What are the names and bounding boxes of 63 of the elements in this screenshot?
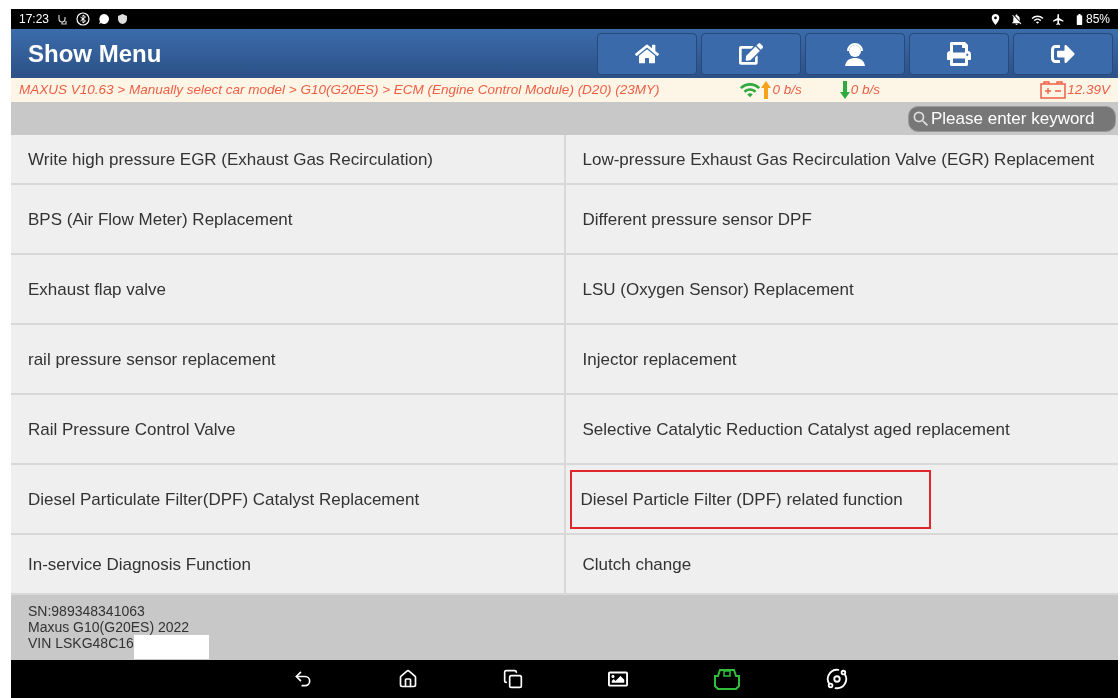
menu-label: LSU (Oxygen Sensor) Replacement (581, 278, 854, 300)
edit-icon (739, 41, 763, 66)
stethoscope-icon (57, 13, 69, 25)
menu-label: Clutch change (581, 553, 692, 575)
menu-label: BPS (Air Flow Meter) Replacement (27, 208, 293, 230)
menu-item[interactable]: Diesel Particle Filter (DPF) related function (565, 465, 1118, 533)
up-arrow-icon (761, 81, 772, 99)
home-icon[interactable] (398, 669, 418, 689)
battery-voltage: 12.39V (1067, 80, 1110, 99)
menu-item[interactable]: Clutch change (565, 535, 1118, 593)
search-field[interactable]: Please enter keyword (908, 105, 1116, 132)
print-button[interactable] (909, 32, 1009, 75)
menu-label: Diesel Particulate Filter(DPF) Catalyst Replacement (27, 488, 420, 510)
device-info-line: SN:989348341063 (28, 602, 145, 619)
bell-off-icon (1009, 12, 1023, 26)
menu-item[interactable]: Diesel Particulate Filter(DPF) Catalyst Replacement (11, 465, 564, 533)
menu-item[interactable]: Rail Pressure Control Valve (11, 395, 564, 463)
wifi-icon (1030, 12, 1044, 26)
upload-rate: 0 b/s (772, 80, 802, 99)
printer-icon (947, 41, 971, 66)
menu-label: Different pressure sensor DPF (581, 208, 812, 230)
menu-item[interactable]: Write high pressure EGR (Exhaust Gas Recirculation) (11, 135, 564, 183)
device-info-line: VIN LSKG48C16 (28, 634, 134, 653)
menu-label: Rail Pressure Control Valve (27, 418, 236, 440)
bluetooth-icon (76, 12, 91, 26)
planet-icon[interactable] (826, 668, 848, 690)
menu-label: Exhaust flap valve (27, 278, 166, 300)
edit-button[interactable] (701, 32, 801, 75)
menu-item[interactable]: Exhaust flap valve (11, 255, 564, 323)
down-arrow-icon (839, 81, 850, 99)
menu-item[interactable]: Injector replacement (565, 325, 1118, 393)
chat-icon (98, 13, 111, 25)
download-rate: 0 b/s (850, 80, 880, 99)
exit-button[interactable] (1013, 32, 1113, 75)
home-button[interactable] (597, 32, 697, 75)
support-button[interactable] (805, 32, 905, 75)
menu-item[interactable]: In-service Diagnosis Function (11, 535, 564, 593)
battery-level: 85% (1085, 11, 1110, 28)
shield-icon (118, 14, 128, 24)
connector-icon[interactable] (713, 668, 741, 690)
gallery-icon[interactable] (608, 669, 628, 689)
menu-item[interactable]: LSU (Oxygen Sensor) Replacement (565, 255, 1118, 323)
menu-label: In-service Diagnosis Function (27, 553, 251, 575)
menu-label: Injector replacement (581, 348, 737, 370)
car-battery-icon (1040, 81, 1067, 99)
menu-item[interactable]: Different pressure sensor DPF (565, 185, 1118, 253)
menu-label: Selective Catalytic Reduction Catalyst aged replacement (581, 418, 1010, 440)
menu-label: Write high pressure EGR (Exhaust Gas Recirculation) (27, 148, 433, 170)
device-info-line: Maxus G10(G20ES) 2022 (28, 618, 190, 635)
headset-person-icon (842, 40, 868, 67)
clock: 17:23 (19, 11, 50, 28)
recent-apps-icon[interactable] (503, 669, 523, 689)
breadcrumb-path: MAXUS V10.63 > Manually select car model > G10(G20ES) > ECM (Engine Control Module) (D20) (23MY) (19, 80, 660, 99)
highlight-frame: Diesel Particle Filter (DPF) related function (569, 469, 931, 529)
menu-item[interactable]: rail pressure sensor replacement (11, 325, 564, 393)
menu-item[interactable]: Selective Catalytic Reduction Catalyst aged replacement (565, 395, 1118, 463)
airplane-icon (1051, 12, 1065, 26)
menu-item[interactable]: Low-pressure Exhaust Gas Recirculation Valve (EGR) Replacement (565, 135, 1118, 183)
back-icon[interactable] (293, 669, 313, 689)
page-title: Show Menu (28, 38, 163, 69)
menu-label: Low-pressure Exhaust Gas Recirculation Valve (EGR) Replacement (581, 148, 1095, 170)
menu-item[interactable]: BPS (Air Flow Meter) Replacement (11, 185, 564, 253)
menu-label: rail pressure sensor replacement (27, 348, 276, 370)
